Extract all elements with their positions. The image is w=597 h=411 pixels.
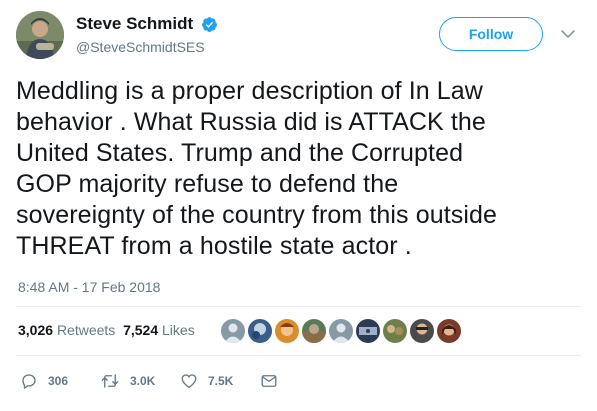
author-info: Steve Schmidt @SteveSchmidtSES: [76, 14, 218, 55]
likes-label: Likes: [162, 322, 195, 338]
author-name[interactable]: Steve Schmidt: [76, 14, 193, 34]
divider: [16, 306, 581, 307]
like-icon: [181, 374, 197, 389]
verified-badge-icon: [201, 16, 217, 32]
like-count: 7.5K: [208, 374, 234, 388]
retweet-count: 3.0K: [130, 374, 156, 388]
liker-avatar[interactable]: [220, 318, 246, 344]
tweet-timestamp[interactable]: 8:48 AM - 17 Feb 2018: [18, 279, 160, 295]
likes-count: 7,524: [123, 322, 159, 338]
author-avatar[interactable]: [16, 11, 64, 59]
liker-avatar[interactable]: [355, 318, 381, 344]
liker-avatar[interactable]: [274, 318, 300, 344]
dm-icon: [261, 375, 277, 387]
caret-down-icon[interactable]: [560, 28, 576, 40]
liker-avatar[interactable]: [247, 318, 273, 344]
liker-avatar[interactable]: [328, 318, 354, 344]
reply-count: 306: [48, 374, 69, 388]
retweet-icon: [101, 374, 119, 388]
liker-avatar[interactable]: [409, 318, 435, 344]
like-button[interactable]: 7.5K: [180, 372, 233, 390]
reply-icon: [22, 374, 36, 389]
likes-stat[interactable]: 7,524 Likes: [123, 322, 195, 338]
retweets-label: Retweets: [56, 322, 116, 338]
reply-button[interactable]: 306: [20, 372, 68, 390]
divider: [16, 355, 581, 356]
engagement-stats: 3,026 Retweets 7,524 Likes: [18, 322, 195, 338]
follow-button[interactable]: Follow: [439, 17, 543, 51]
author-handle[interactable]: @SteveSchmidtSES: [76, 39, 218, 55]
retweets-stat[interactable]: 3,026 Retweets: [18, 322, 115, 338]
liker-avatar[interactable]: [436, 318, 462, 344]
tweet-card: Steve Schmidt @SteveSchmidtSES Follow Me…: [0, 0, 597, 411]
retweet-button[interactable]: 3.0K: [100, 372, 155, 390]
liker-avatar[interactable]: [301, 318, 327, 344]
dm-button[interactable]: [260, 372, 288, 390]
retweets-count: 3,026: [18, 322, 54, 338]
liker-avatar[interactable]: [382, 318, 408, 344]
tweet-text: Meddling is a proper description of In L…: [16, 77, 498, 260]
